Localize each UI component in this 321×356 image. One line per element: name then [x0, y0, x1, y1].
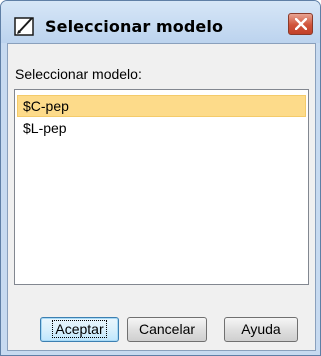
- model-list[interactable]: $C-pep $L-pep: [14, 89, 309, 285]
- title-bar[interactable]: Seleccionar modelo: [1, 1, 320, 43]
- accept-button[interactable]: Aceptar: [40, 317, 119, 342]
- dialog-title: Seleccionar modelo: [45, 17, 224, 36]
- dialog-content: Seleccionar modelo: $C-pep $L-pep Acepta…: [7, 43, 316, 351]
- help-button[interactable]: Ayuda: [224, 317, 298, 342]
- pencil-edit-icon: [14, 16, 35, 37]
- list-item-l-pep[interactable]: $L-pep: [17, 117, 306, 139]
- accept-button-label: Aceptar: [52, 320, 107, 338]
- cancel-button[interactable]: Cancelar: [127, 317, 207, 342]
- close-icon: [295, 18, 307, 30]
- close-button[interactable]: [288, 13, 313, 35]
- dialog-window: Seleccionar modelo Seleccionar modelo: $…: [0, 0, 321, 356]
- list-item-c-pep[interactable]: $C-pep: [17, 95, 306, 117]
- prompt-label: Seleccionar modelo:: [15, 66, 142, 82]
